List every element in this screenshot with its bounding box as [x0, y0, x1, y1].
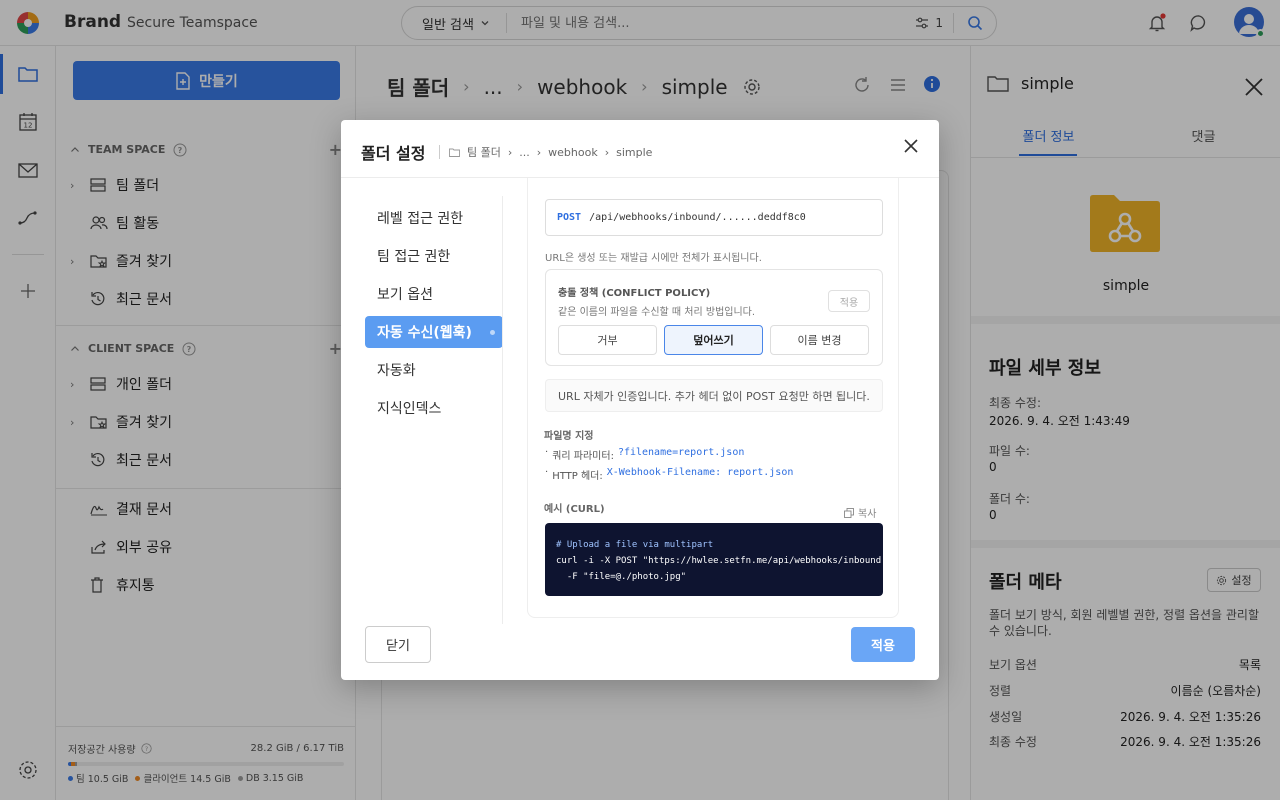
folder-settings-modal: 폴더 설정 팀 폴더 › ... › webhook › simple 레벨 접… [341, 120, 939, 680]
conflict-apply-button[interactable]: 적용 [828, 290, 870, 312]
webhook-url-field[interactable]: POST /api/webhooks/inbound/......deddf8c… [545, 199, 883, 236]
conflict-policy-box: 충돌 정책 (CONFLICT POLICY) 같은 이름의 파일을 수신할 때… [545, 269, 883, 366]
code-line: curl -i -X POST "https://hwlee.setfn.me/… [556, 556, 882, 566]
chevron-right-icon: › [507, 145, 513, 159]
nav-team-access[interactable]: 팀 접근 권한 [365, 240, 503, 272]
modal-breadcrumb: 팀 폴더 › ... › webhook › simple [439, 144, 652, 160]
modal-nav: 레벨 접근 권한 팀 접근 권한 보기 옵션 자동 수신(웹훅) 자동화 지식인… [365, 202, 503, 430]
chevron-right-icon: › [604, 145, 610, 159]
modal-nav-divider [502, 196, 503, 624]
code-comment: # Upload a file via multipart [556, 540, 714, 550]
code-line: -F "file=@./photo.jpg" [556, 572, 687, 582]
close-icon [904, 139, 918, 153]
close-button[interactable]: 닫기 [365, 626, 431, 663]
copy-button[interactable]: 복사 [844, 505, 876, 520]
active-dot [490, 329, 495, 335]
nav-webhook[interactable]: 자동 수신(웹훅) [365, 316, 503, 348]
copy-icon [844, 507, 854, 518]
breadcrumb-item: webhook [548, 145, 598, 159]
nav-level-access[interactable]: 레벨 접근 권한 [365, 202, 503, 234]
filename-title: 파일명 지정 [544, 431, 594, 442]
nav-view-options[interactable]: 보기 옵션 [365, 278, 503, 310]
filename-query-item: · 쿼리 파라미터: ?filename=report.json [545, 447, 745, 462]
curl-example-code: # Upload a file via multipart curl -i -X… [545, 523, 883, 596]
breadcrumb-item: ... [519, 145, 530, 159]
conflict-option-overwrite[interactable]: 덮어쓰기 [664, 325, 763, 355]
nav-automation[interactable]: 자동화 [365, 354, 503, 386]
url-hint: URL은 생성 또는 재발급 시에만 전체가 표시됩니다. [545, 253, 762, 264]
webhook-card: POST /api/webhooks/inbound/......deddf8c… [527, 178, 899, 618]
breadcrumb-item: simple [616, 145, 653, 159]
auth-info-box: URL 자체가 인증입니다. 추가 헤더 없이 POST 요청만 하면 됩니다. [545, 379, 883, 412]
url-path: /api/webhooks/inbound/......deddf8c0 [589, 212, 806, 223]
modal-header: 폴더 설정 팀 폴더 › ... › webhook › simple [341, 120, 939, 178]
url-method: POST [557, 212, 582, 223]
breadcrumb-item: 팀 폴더 [467, 146, 501, 159]
example-title: 예시 (CURL) [544, 504, 605, 515]
filename-header-item: · HTTP 헤더: X-Webhook-Filename: report.js… [545, 467, 794, 482]
nav-knowledge-index[interactable]: 지식인덱스 [365, 392, 503, 424]
modal-title: 폴더 설정 [361, 144, 426, 163]
conflict-option-rename[interactable]: 이름 변경 [770, 325, 869, 355]
apply-button[interactable]: 적용 [851, 627, 915, 662]
folder-icon [449, 148, 460, 157]
nav-webhook-label: 자동 수신(웹훅) [377, 325, 472, 341]
webhook-settings-content[interactable]: POST /api/webhooks/inbound/......deddf8c… [527, 178, 899, 618]
conflict-option-reject[interactable]: 거부 [558, 325, 657, 355]
modal-close-x-button[interactable] [899, 134, 923, 158]
conflict-policy-title: 충돌 정책 (CONFLICT POLICY) [558, 288, 711, 299]
chevron-right-icon: › [536, 145, 542, 159]
conflict-policy-desc: 같은 이름의 파일을 수신할 때 처리 방법입니다. [558, 307, 756, 318]
